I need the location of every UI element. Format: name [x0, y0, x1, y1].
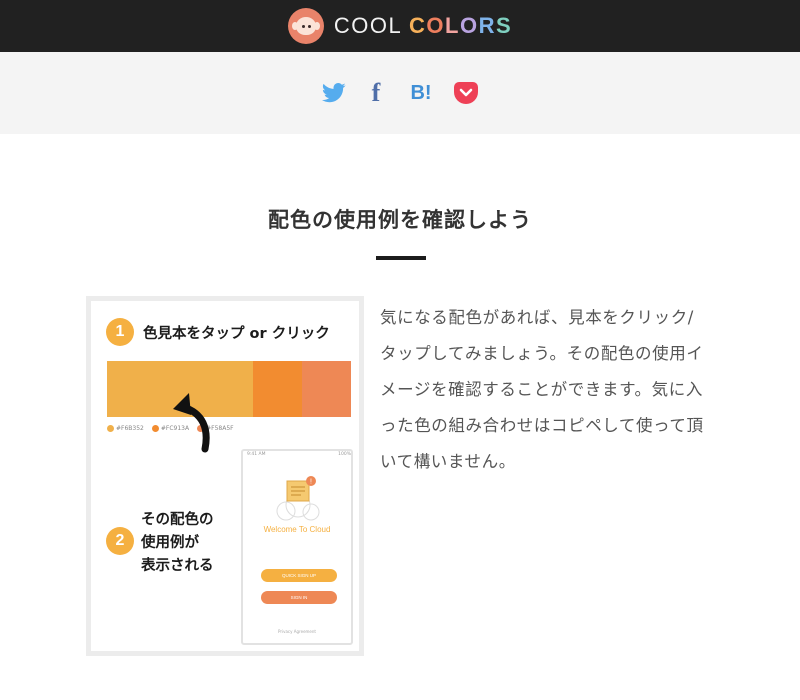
share-bar: f B!: [0, 52, 800, 134]
phone-quick-signup-button: QUICK SIGN UP: [261, 569, 337, 582]
pocket-share-button[interactable]: [454, 81, 478, 105]
monkey-face-icon[interactable]: [287, 8, 324, 44]
phone-preview: 9:41 AM 100% ! Welcome To Cloud QUICK SI…: [241, 449, 353, 645]
color-swatch-bar: [107, 361, 351, 417]
phone-welcome-text: Welcome To Cloud: [263, 525, 331, 534]
svg-text:!: !: [310, 479, 312, 486]
logo-letter: R: [478, 13, 496, 38]
step-1-number: 1: [106, 318, 134, 346]
logo-letter: S: [495, 13, 513, 38]
title-divider: [376, 256, 426, 260]
twitter-bird-icon: [322, 83, 346, 103]
cloud-document-icon: !: [276, 476, 320, 521]
step-1-text: 色見本をタップ or クリック: [143, 326, 330, 342]
phone-status-bar: 9:41 AM 100%: [247, 452, 351, 457]
curved-arrow-icon: [173, 393, 210, 453]
logo-letter: O: [459, 13, 479, 38]
step-2-text: その配色の 使用例が 表示される: [141, 512, 214, 574]
logo-word-cool: COOL: [333, 13, 402, 38]
pocket-icon: [454, 82, 478, 104]
section-description: 気になる配色があれば、見本をクリック/タップしてみましょう。その配色の使用イメー…: [380, 308, 704, 471]
step-2-number: 2: [106, 527, 134, 555]
phone-footer-text: Privacy Agreement: [278, 629, 316, 634]
facebook-f-icon: f: [371, 78, 381, 107]
swatch-2: [253, 361, 302, 417]
twitter-share-button[interactable]: [322, 81, 346, 105]
section-title: 配色の使用例を確認しよう: [268, 208, 532, 232]
logo-word-colors: COLORS: [409, 13, 512, 38]
phone-sign-in-button: SIGN IN: [261, 591, 337, 604]
hatena-bookmark-icon: B!: [410, 81, 432, 104]
logo-letter: O: [426, 13, 445, 38]
instruction-image: 1 色見本をタップ or クリック #F6B352 #FC913A #F58A5…: [86, 296, 364, 656]
site-logo-text[interactable]: COOL COLORS: [334, 13, 512, 39]
logo-letter: L: [445, 13, 460, 38]
header-bar: COOL COLORS: [0, 0, 800, 52]
swatch-code-1: #F6B352: [107, 425, 144, 432]
logo-letter: C: [408, 13, 427, 38]
hatena-bookmark-button[interactable]: B!: [406, 81, 436, 105]
facebook-share-button[interactable]: f: [364, 78, 388, 107]
swatch-3: [302, 361, 351, 417]
